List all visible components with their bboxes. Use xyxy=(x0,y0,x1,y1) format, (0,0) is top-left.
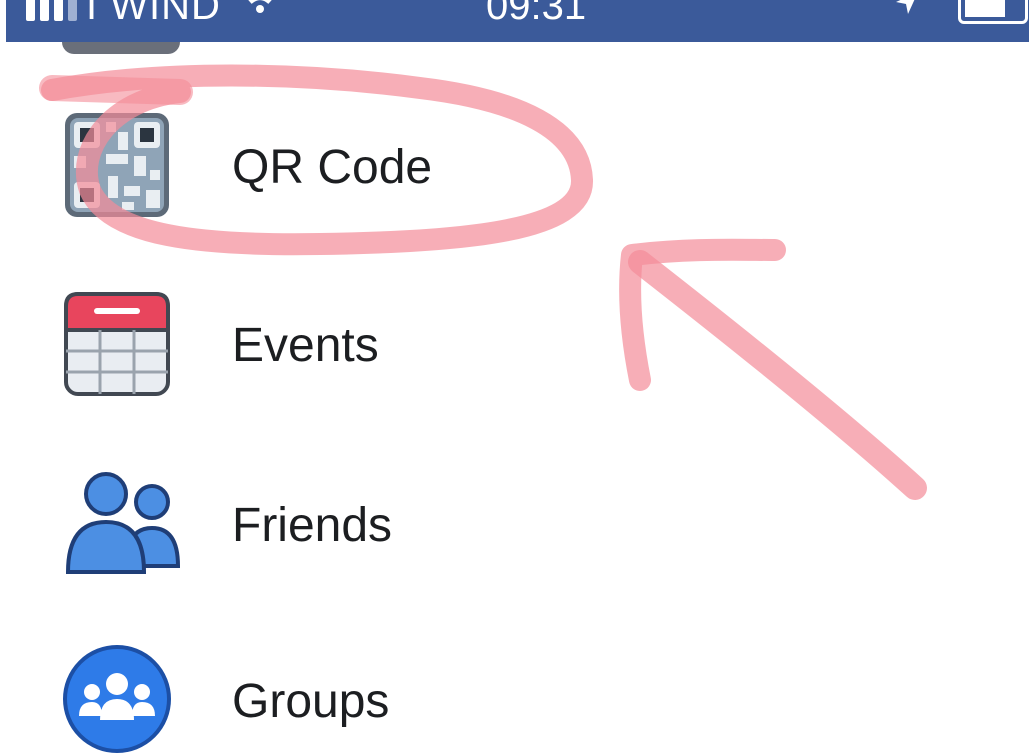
menu-item-label-qr-code: QR Code xyxy=(232,141,433,194)
qr-code-icon xyxy=(62,110,172,220)
clock-time: 09:31 xyxy=(486,0,587,28)
battery-icon xyxy=(958,0,1028,24)
signal-strength-icon xyxy=(26,0,77,21)
menu-item-events[interactable]: Events xyxy=(0,268,1029,418)
status-bar: I WIND 09:31 xyxy=(6,0,1029,42)
friends-icon xyxy=(62,468,181,578)
menu-item-groups[interactable]: Groups xyxy=(0,626,1029,756)
menu-screen: I WIND 09:31 QR Code Events Friends Grou… xyxy=(0,0,1029,756)
menu-item-friends[interactable]: Friends xyxy=(0,448,1029,598)
menu-item-label-groups: Groups xyxy=(232,675,390,728)
menu-item-label-friends: Friends xyxy=(232,499,393,552)
calendar-icon xyxy=(62,288,172,398)
location-arrow-icon xyxy=(894,0,920,22)
carrier-name: I WIND xyxy=(86,0,221,28)
menu-item-label-events: Events xyxy=(232,319,379,372)
wifi-icon xyxy=(242,0,278,24)
menu-item-qr-code[interactable]: QR Code xyxy=(0,92,1029,242)
previous-item-icon[interactable] xyxy=(62,42,180,54)
groups-icon xyxy=(62,644,172,754)
